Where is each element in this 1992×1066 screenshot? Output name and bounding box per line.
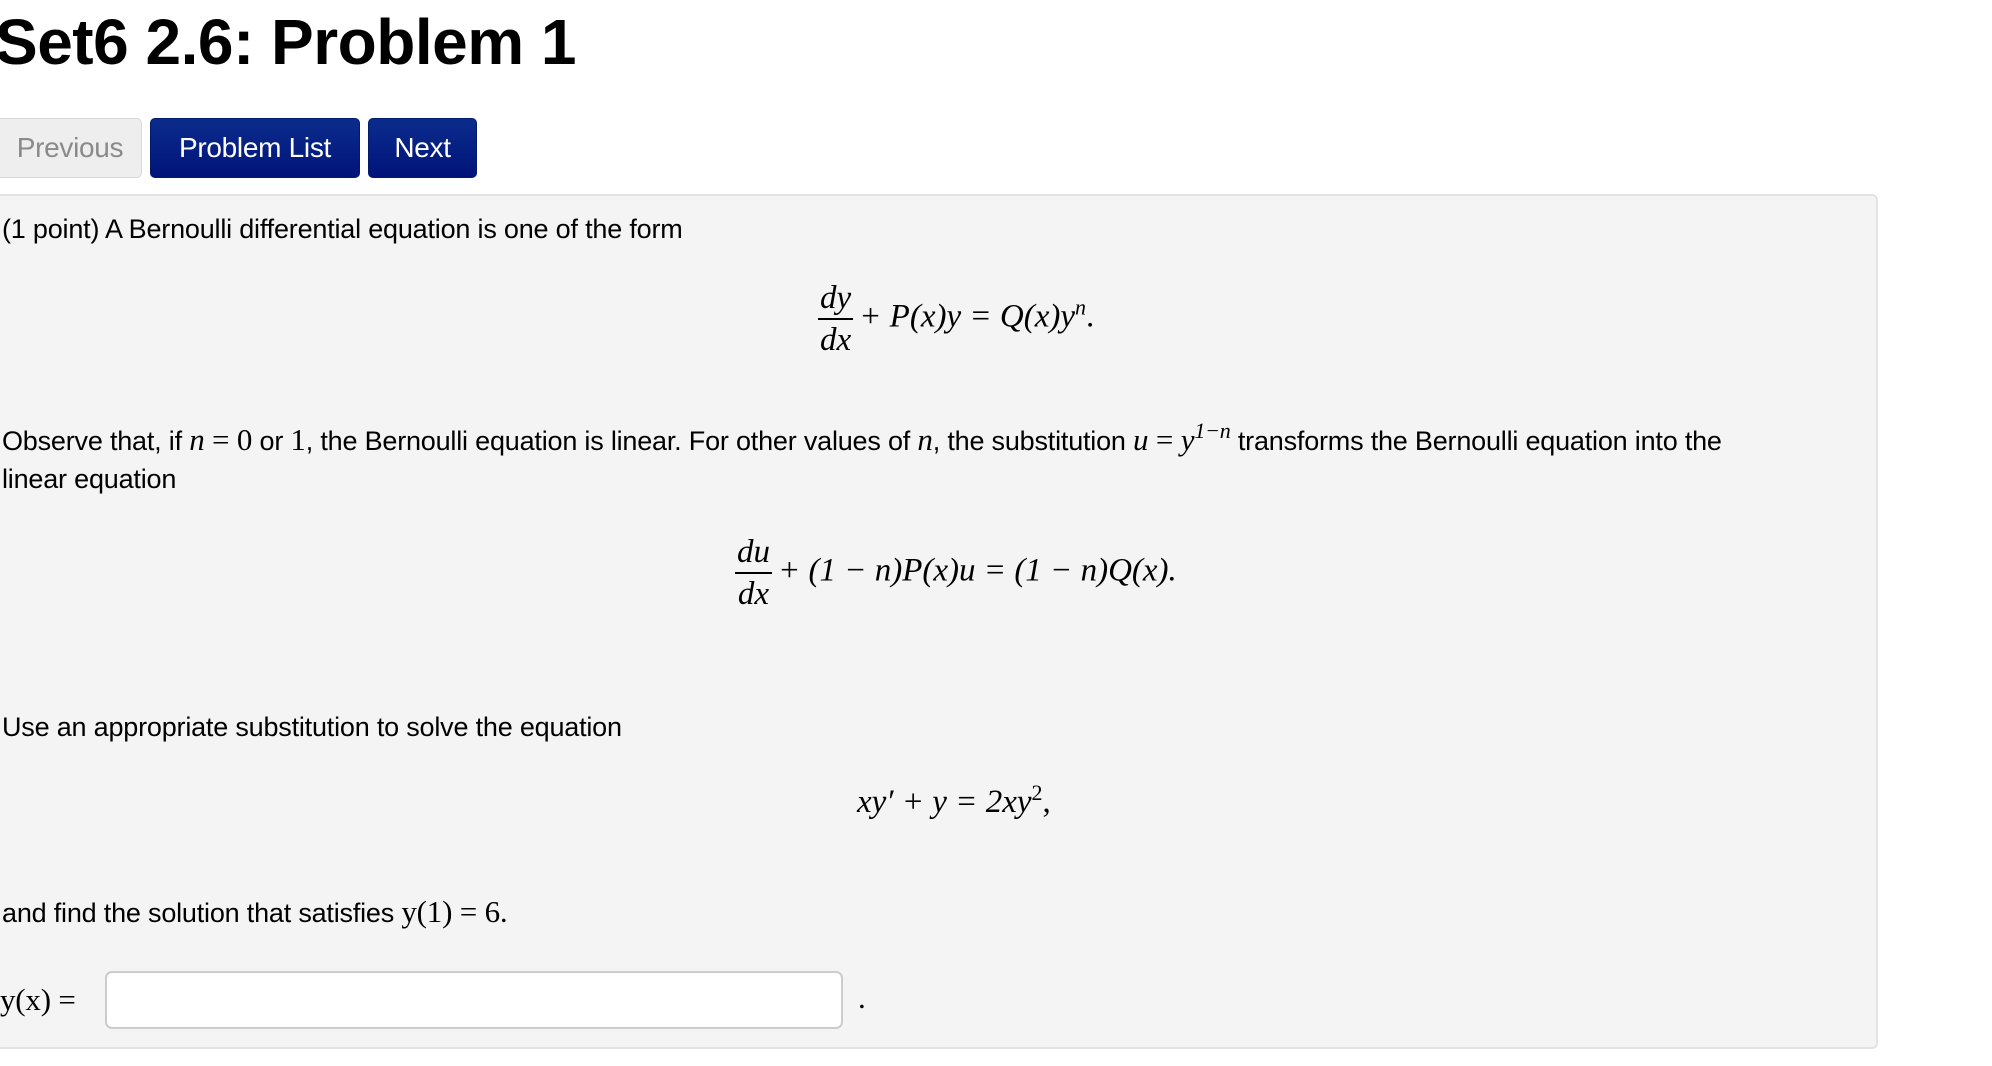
equation-body: xy′ + y = 2xy <box>857 784 1032 820</box>
text: or <box>252 426 291 456</box>
derivative-fraction: du dx <box>735 532 772 614</box>
math-zero: 0 <box>236 422 253 457</box>
math-one: 1 <box>290 422 306 457</box>
text: Observe that, if <box>2 426 190 456</box>
equation-period: . <box>1085 298 1095 335</box>
math-eq: = <box>204 422 237 457</box>
instruction-text: Use an appropriate substitution to solve… <box>2 712 622 742</box>
math-y: y <box>1180 422 1195 457</box>
text: transforms the Bernoulli equation into t… <box>1230 426 1722 456</box>
initial-condition: y(1) = 6. <box>401 894 508 929</box>
fraction-numerator: dy <box>818 278 854 320</box>
math-n: n <box>189 422 205 457</box>
next-button[interactable]: Next <box>368 118 477 178</box>
equation-body: + P(x)y = Q(x)y <box>859 298 1075 335</box>
fraction-denominator: dx <box>820 322 852 358</box>
math-n: n <box>917 422 933 457</box>
page-title: Set6 2.6: Problem 1 <box>0 6 576 78</box>
problem-list-button[interactable]: Problem List <box>150 118 360 178</box>
previous-button[interactable]: Previous <box>0 118 142 178</box>
math-exponent: 1−n <box>1194 418 1231 443</box>
derivative-fraction: dy dx <box>818 278 854 360</box>
math-u: u <box>1133 422 1149 457</box>
linear-equation: du dx + (1 − n)P(x)u = (1 − n)Q(x). <box>735 532 1177 614</box>
exponent: 2 <box>1031 780 1043 805</box>
text: and find the solution that satisfies <box>2 898 402 928</box>
exponent: n <box>1074 294 1086 320</box>
equation-comma: , <box>1042 784 1051 820</box>
answer-trailing-period: . <box>858 980 866 1015</box>
observe-paragraph: Observe that, if n = 0 or 1, the Bernoul… <box>2 420 1722 458</box>
bernoulli-equation: dy dx + P(x)y = Q(x)yn. <box>818 278 1094 360</box>
fraction-denominator: dx <box>737 576 770 612</box>
condition-text: and find the solution that satisfies y(1… <box>2 894 508 930</box>
problem-intro: (1 point) A Bernoulli differential equat… <box>2 214 683 244</box>
text: , the Bernoulli equation is linear. For … <box>305 426 918 456</box>
fraction-numerator: du <box>735 532 772 574</box>
answer-input[interactable] <box>105 971 843 1029</box>
target-equation: xy′ + y = 2xy2, <box>857 782 1051 821</box>
equation-body: + (1 − n)P(x)u = (1 − n)Q(x). <box>778 552 1177 589</box>
observe-paragraph-line2: linear equation <box>2 464 177 494</box>
math-eq: = <box>1148 422 1181 457</box>
text: , the substitution <box>932 426 1134 456</box>
answer-label: y(x) = <box>0 982 76 1017</box>
